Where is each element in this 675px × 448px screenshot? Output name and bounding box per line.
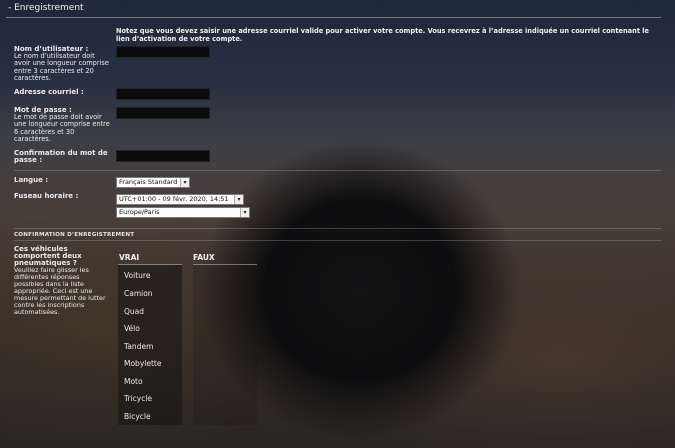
language-label-block: Langue : [14,176,49,184]
vehicle-item-tandem[interactable]: Tandem [124,342,153,351]
username-label-block: Nom d’utilisateur : Le nom d’utilisateur… [14,45,110,82]
false-drop-list[interactable] [193,265,257,425]
divider [14,170,661,171]
timezone-label-block: Fuseau horaire : [14,192,79,200]
chevron-down-icon: ▾ [180,178,189,187]
timezone-select[interactable]: UTC+01:00 - 09 févr. 2020, 14:51 ▾ [116,194,244,205]
activation-notice: Notez que vous devez saisir une adresse … [116,27,650,43]
password-confirm-label-block: Confirmation du mot de passe : [14,149,110,165]
password-input[interactable] [116,107,210,119]
language-label: Langue : [14,176,49,184]
language-selected: Français Standard [119,178,178,186]
username-help: Le nom d’utilisateur doit avoir une long… [14,52,109,82]
confirmation-title: CONFIRMATION D’ENREGISTREMENT [14,232,135,238]
email-input[interactable] [116,88,210,100]
username-input[interactable] [116,46,210,58]
timezone-region-selected: Europe/Paris [119,208,160,216]
page-title: - Enregistrement [8,3,84,13]
language-select[interactable]: Français Standard ▾ [116,177,190,188]
vehicle-item-quad[interactable]: Quad [124,307,144,316]
vehicle-item-velo[interactable]: Vélo [124,324,140,333]
timezone-selected: UTC+01:00 - 09 févr. 2020, 14:51 [119,195,229,203]
registration-page: - Enregistrement Notez que vous devez sa… [0,0,675,448]
captcha-question: Ces véhicules comportent deux pneumatiqu… [14,245,82,267]
divider [14,240,661,241]
vehicle-item-voiture[interactable]: Voiture [124,271,150,280]
email-label-block: Adresse courriel : [14,88,84,96]
header-divider [6,17,661,18]
vehicle-item-camion[interactable]: Camion [124,289,153,298]
false-column-label: FAUX [193,253,215,262]
email-label: Adresse courriel : [14,88,84,96]
divider [14,228,661,229]
chevron-down-icon: ▾ [240,208,249,217]
password-help: Le mot de passe doit avoir une longueur … [14,113,110,143]
vehicle-item-moto[interactable]: Moto [124,377,143,386]
vehicle-item-bicycle[interactable]: Bicycle [124,412,151,421]
captcha-help: Veuillez faire glisser les différentes r… [14,266,106,316]
true-column-label: VRAI [119,253,140,262]
timezone-label: Fuseau horaire : [14,192,79,200]
password-confirm-input[interactable] [116,150,210,162]
vehicle-item-mobylette[interactable]: Mobylette [124,359,161,368]
timezone-region-select[interactable]: Europe/Paris ▾ [116,207,250,218]
chevron-down-icon: ▾ [234,195,243,204]
password-confirm-label: Confirmation du mot de passe : [14,149,108,165]
password-label-block: Mot de passe : Le mot de passe doit avoi… [14,106,110,143]
vehicle-item-tricycle[interactable]: Tricycle [124,394,152,403]
captcha-question-block: Ces véhicules comportent deux pneumatiqu… [14,246,110,316]
